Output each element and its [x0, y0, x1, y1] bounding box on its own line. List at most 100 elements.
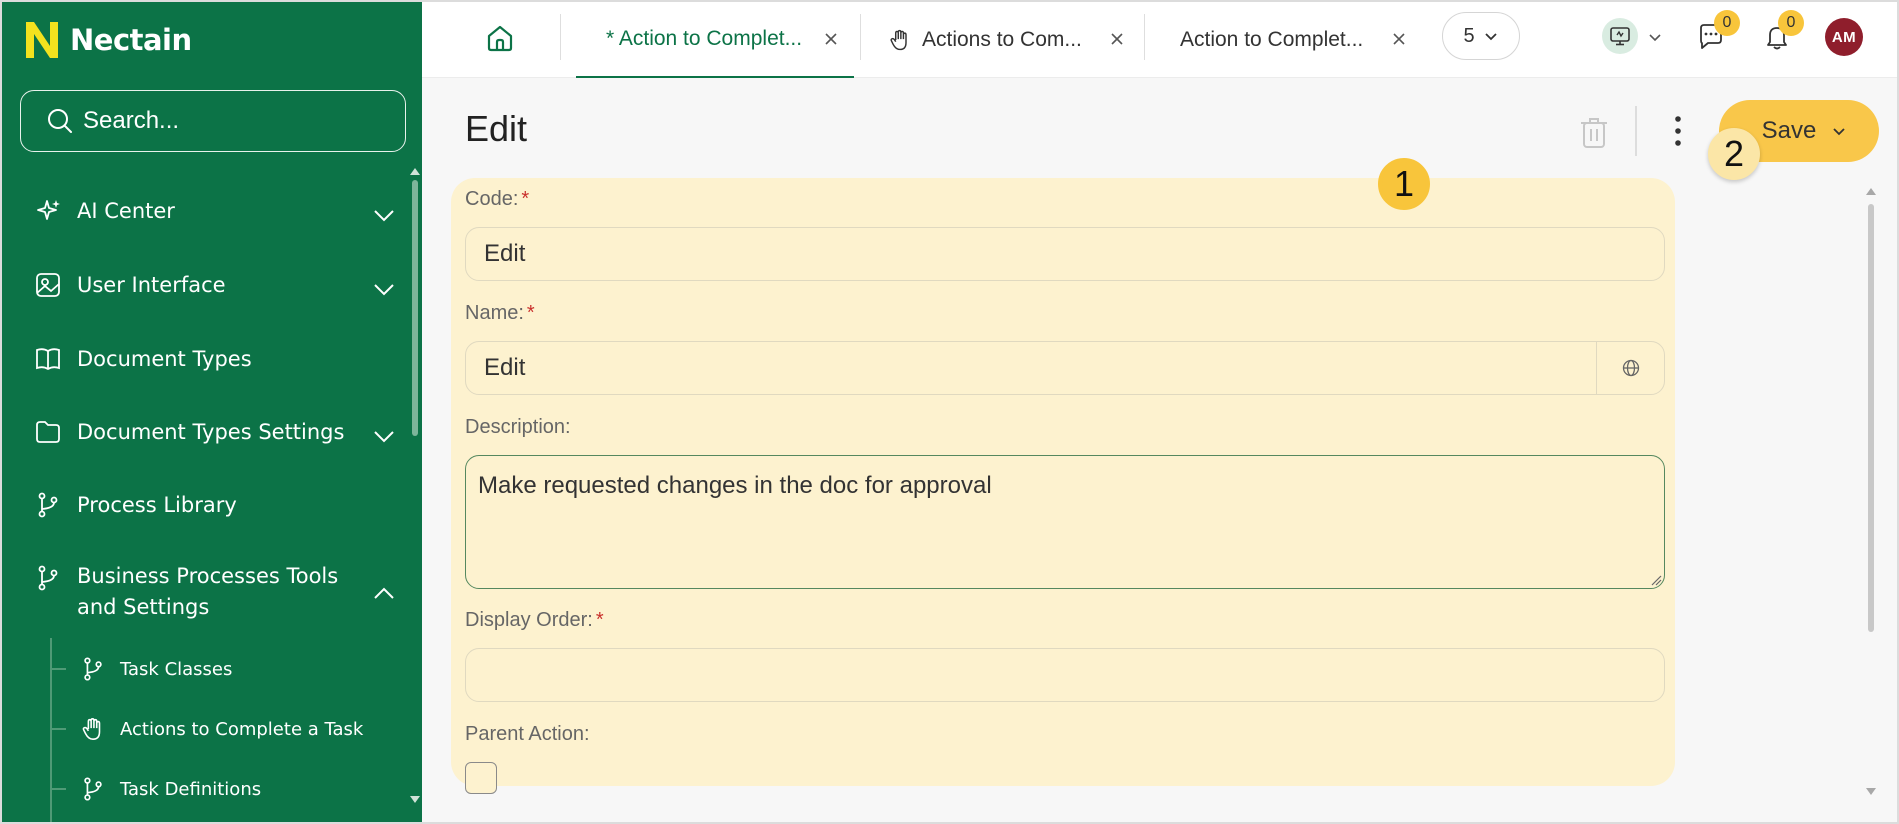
sidebar-scroll-up[interactable] — [410, 168, 420, 175]
sidebar-item-label: User Interface — [77, 273, 226, 297]
display-order-field[interactable] — [465, 648, 1665, 702]
parent-action-label-text: Parent Action: — [465, 723, 590, 745]
save-button-label: Save — [1761, 117, 1817, 144]
tab-actions-to-complete[interactable]: Actions to Com... — [888, 2, 1138, 78]
globe-icon — [1622, 359, 1640, 377]
parent-action-label: Parent Action: — [465, 723, 590, 746]
notification-count-badge: 0 — [1778, 10, 1804, 36]
tab-action-to-complete-edit[interactable]: * Action to Complet... — [576, 2, 854, 78]
top-bar: * Action to Complet... Actions to Com...… — [422, 2, 1897, 78]
resize-handle-icon[interactable] — [1650, 574, 1662, 586]
sidebar-item-label: Process Library — [77, 493, 237, 517]
close-icon[interactable] — [1392, 32, 1406, 46]
tab-label: Actions to Com... — [922, 28, 1082, 51]
sidebar-search[interactable] — [20, 90, 406, 152]
tab-label: * Action to Complet... — [606, 27, 803, 50]
translation-button[interactable] — [1596, 341, 1665, 395]
open-tabs-count: 5 — [1463, 24, 1475, 47]
name-field[interactable] — [465, 341, 1665, 395]
divider — [860, 14, 861, 60]
tab-action-to-complete[interactable]: Action to Complet... — [1180, 2, 1420, 78]
sidebar-item-label: Business Processes Tools — [77, 564, 339, 588]
display-order-label: Display Order: * — [465, 609, 604, 632]
chevron-up-icon[interactable] — [370, 580, 398, 608]
sidebar-scrollbar-thumb[interactable] — [412, 180, 418, 436]
sidebar-item-label: Document Types — [77, 347, 252, 371]
monitor-icon — [1610, 27, 1630, 46]
main-scroll-up[interactable] — [1866, 188, 1876, 195]
sidebar-item-process-library[interactable]: Process Library — [2, 486, 412, 526]
description-field[interactable]: Make requested changes in the doc for ap… — [465, 455, 1665, 589]
tree-connector — [52, 728, 66, 730]
image-icon — [36, 273, 60, 297]
display-order-label-text: Display Order: — [465, 609, 593, 631]
sidebar-subitem-task-classes[interactable]: Task Classes — [2, 649, 412, 689]
search-input[interactable] — [83, 107, 383, 135]
chevron-down-icon[interactable] — [370, 202, 398, 230]
sidebar-item-label: Document Types Settings — [77, 420, 345, 444]
sidebar-item-business-processes[interactable]: Business Processes Tools and Settings — [2, 558, 412, 628]
main-scrollbar-thumb[interactable] — [1868, 204, 1874, 632]
hand-icon — [890, 29, 907, 51]
book-icon — [36, 348, 60, 371]
trash-icon[interactable] — [1578, 114, 1610, 150]
tree-connector — [52, 788, 66, 790]
close-icon[interactable] — [824, 32, 838, 46]
search-icon — [48, 109, 72, 133]
page-title: Edit — [465, 108, 528, 149]
sidebar-item-label: AI Center — [77, 199, 175, 223]
sidebar-subitem-task-definitions[interactable]: Task Definitions — [2, 769, 412, 809]
chevron-down-icon[interactable] — [370, 423, 398, 451]
required-mark: * — [526, 302, 535, 324]
branch-icon — [38, 565, 58, 591]
chat-count-badge: 0 — [1714, 10, 1740, 36]
name-label-text: Name: — [465, 302, 524, 324]
sidebar-item-document-types[interactable]: Document Types — [2, 340, 412, 380]
nectain-logo-icon — [26, 22, 58, 58]
chevron-down-icon — [1484, 33, 1497, 41]
description-label: Description: — [465, 416, 571, 439]
sidebar-subitem-label: Task Classes — [120, 659, 233, 680]
user-avatar[interactable]: AM — [1825, 18, 1863, 56]
required-mark: * — [595, 609, 604, 631]
sidebar-subitem-actions-to-complete[interactable]: Actions to Complete a Task — [2, 709, 412, 749]
sidebar-item-document-types-settings[interactable]: Document Types Settings — [2, 413, 412, 453]
app-logo[interactable]: Nectain — [24, 20, 192, 60]
divider — [1635, 106, 1637, 156]
chevron-down-icon[interactable] — [1648, 30, 1662, 44]
home-icon[interactable] — [484, 22, 516, 54]
code-field[interactable] — [465, 227, 1665, 281]
name-label: Name: * — [465, 302, 535, 325]
sparkle-icon — [37, 200, 60, 220]
folder-icon — [36, 421, 60, 443]
step-marker-2: 2 — [1708, 128, 1760, 180]
sidebar-subitem-label: Actions to Complete a Task — [120, 719, 364, 740]
step-marker-1: 1 — [1378, 158, 1430, 210]
close-icon[interactable] — [1110, 32, 1124, 46]
parent-action-checkbox[interactable] — [465, 762, 497, 794]
workspace-switcher[interactable] — [1602, 18, 1638, 54]
sidebar-item-label-line2: and Settings — [77, 595, 210, 619]
chevron-down-icon — [1833, 128, 1845, 136]
open-tabs-dropdown[interactable]: 5 — [1442, 12, 1520, 60]
divider — [1144, 14, 1145, 60]
code-label-text: Code: — [465, 188, 519, 210]
branch-icon — [84, 657, 102, 681]
required-mark: * — [521, 188, 530, 210]
sidebar-item-user-interface[interactable]: User Interface — [2, 266, 412, 306]
sidebar: Nectain AI Center User Interface — [2, 2, 422, 822]
main-scroll-down[interactable] — [1866, 788, 1876, 795]
tree-connector — [52, 668, 66, 670]
chevron-down-icon[interactable] — [370, 276, 398, 304]
divider — [560, 14, 561, 60]
sidebar-scroll-down[interactable] — [410, 796, 420, 803]
branch-icon — [84, 777, 102, 801]
sidebar-subitem-label: Task Definitions — [120, 779, 262, 800]
description-label-text: Description: — [465, 416, 571, 438]
code-label: Code: * — [465, 188, 529, 211]
hand-icon — [82, 717, 101, 741]
more-options-icon[interactable] — [1665, 114, 1691, 148]
tab-label: Action to Complet... — [1180, 28, 1364, 51]
app-name: Nectain — [70, 23, 192, 57]
sidebar-item-ai-center[interactable]: AI Center — [2, 192, 412, 232]
